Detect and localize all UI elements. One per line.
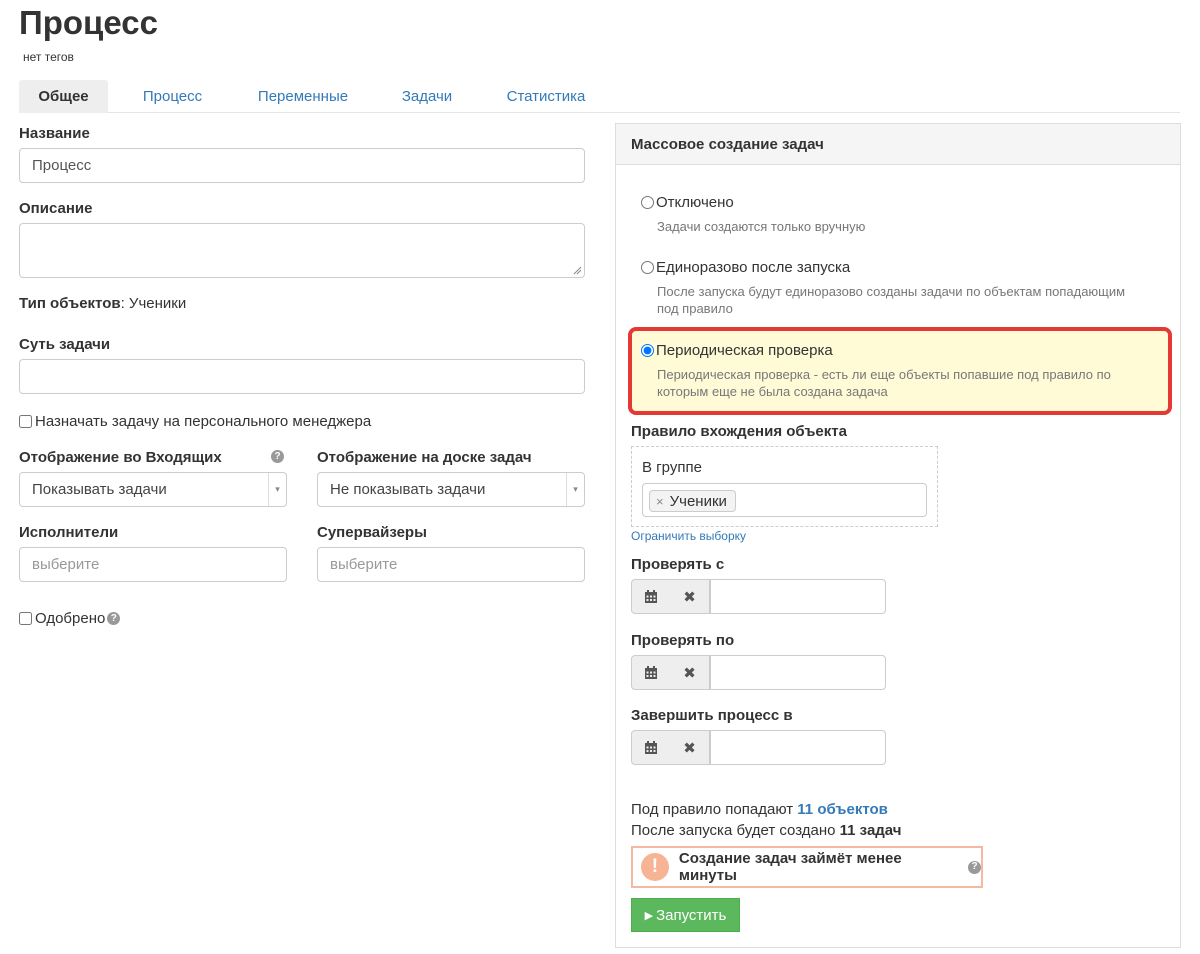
warning-text: Создание задач займёт менее минуты xyxy=(678,850,902,884)
radio-once-row[interactable]: Единоразово после запуска xyxy=(641,259,850,276)
task-essence-label: Суть задачи xyxy=(19,336,111,353)
run-button[interactable]: ▶ Запустить xyxy=(631,898,740,932)
supervisors-label: Супервайзеры xyxy=(317,524,427,541)
group-tag-label: Ученики xyxy=(669,492,727,510)
play-icon: ▶ xyxy=(644,909,654,922)
tab-tasks[interactable]: Задачи xyxy=(391,80,463,113)
calendar-icon xyxy=(645,589,657,603)
remove-tag-icon[interactable]: × xyxy=(656,494,664,509)
supervisors-input[interactable]: выберите xyxy=(317,547,585,582)
tab-general[interactable]: Общее xyxy=(19,80,108,113)
board-display-select[interactable]: Не показывать задачи ▾ xyxy=(317,472,585,507)
rule-group-box: В группе × Ученики xyxy=(631,446,938,527)
radio-disabled-label: Отключено xyxy=(656,194,734,211)
assign-manager-checkbox-row[interactable]: Назначать задачу на персонального менедж… xyxy=(19,413,371,430)
calendar-button[interactable] xyxy=(631,579,671,614)
resize-grip-icon[interactable] xyxy=(573,266,582,275)
help-icon[interactable]: ? xyxy=(107,612,121,625)
summary-objects-line: Под правило попадают 11 объектов xyxy=(631,801,888,818)
approved-checkbox[interactable] xyxy=(19,612,32,625)
chevron-down-icon: ▾ xyxy=(268,473,286,506)
clear-date-button[interactable]: ✖ xyxy=(670,579,710,614)
tab-variables[interactable]: Переменные xyxy=(247,80,359,113)
finish-date-group: ✖ xyxy=(631,730,886,765)
group-tag-input[interactable]: × Ученики xyxy=(642,483,927,517)
panel-title: Массовое создание задач xyxy=(616,124,1180,165)
page-title: Процесс xyxy=(19,4,158,41)
radio-periodic[interactable] xyxy=(641,344,654,357)
check-to-input[interactable] xyxy=(710,655,886,690)
description-textarea[interactable] xyxy=(19,223,585,278)
radio-once-description: После запуска будут единоразово созданы … xyxy=(657,284,1126,316)
summary-tasks-count: 11 задач xyxy=(839,822,902,839)
name-label: Название xyxy=(19,125,90,142)
group-tag-chip: × Ученики xyxy=(649,490,736,512)
object-type-line: Тип объектов: Ученики xyxy=(19,295,186,312)
summary-tasks-prefix: После запуска будет создано xyxy=(631,822,836,839)
approved-checkbox-row[interactable]: Одобрено ? xyxy=(19,610,121,627)
task-essence-input[interactable] xyxy=(19,359,585,394)
calendar-icon xyxy=(645,665,657,679)
warning-box: ! Создание задач займёт менее минуты ? xyxy=(631,846,983,888)
close-icon: ✖ xyxy=(683,739,696,757)
summary-tasks-line: После запуска будет создано 11 задач xyxy=(631,822,901,839)
inbox-display-label: Отображение во Входящих xyxy=(19,449,222,466)
radio-periodic-label: Периодическая проверка xyxy=(656,342,833,359)
check-from-date-group: ✖ xyxy=(631,579,886,614)
mass-creation-panel: Массовое создание задач Отключено Задачи… xyxy=(615,123,1181,948)
radio-once[interactable] xyxy=(641,261,654,274)
executors-label: Исполнители xyxy=(19,524,119,541)
rule-label: Правило вхождения объекта xyxy=(631,423,847,440)
summary-objects-link[interactable]: 11 объектов xyxy=(797,801,888,818)
tab-process[interactable]: Процесс xyxy=(126,80,219,113)
radio-periodic-row[interactable]: Периодическая проверка xyxy=(641,342,833,359)
clear-date-button[interactable]: ✖ xyxy=(670,730,710,765)
tags-text: нет тегов xyxy=(23,50,74,64)
assign-manager-checkbox[interactable] xyxy=(19,415,32,428)
board-display-label: Отображение на доске задач xyxy=(317,449,532,466)
inbox-display-select[interactable]: Показывать задачи ▾ xyxy=(19,472,287,507)
finish-label: Завершить процесс в xyxy=(631,707,793,724)
group-label: В группе xyxy=(642,459,702,476)
description-label: Описание xyxy=(19,200,93,217)
run-button-label: Запустить xyxy=(656,906,727,924)
check-from-label: Проверять с xyxy=(631,556,725,573)
clear-date-button[interactable]: ✖ xyxy=(670,655,710,690)
radio-once-label: Единоразово после запуска xyxy=(656,259,851,276)
approved-label: Одобрено xyxy=(35,610,106,627)
radio-disabled[interactable] xyxy=(641,196,654,209)
radio-disabled-description: Задачи создаются только вручную xyxy=(657,219,866,234)
executors-input[interactable]: выберите xyxy=(19,547,287,582)
summary-objects-prefix: Под правило попадают xyxy=(631,801,794,818)
chevron-down-icon: ▾ xyxy=(566,473,584,506)
check-from-input[interactable] xyxy=(710,579,886,614)
name-input[interactable]: Процесс xyxy=(19,148,585,183)
tab-statistics[interactable]: Статистика xyxy=(495,80,597,113)
calendar-icon xyxy=(645,740,657,754)
radio-disabled-row[interactable]: Отключено xyxy=(641,194,734,211)
check-to-label: Проверять по xyxy=(631,632,735,649)
close-icon: ✖ xyxy=(683,588,696,606)
warning-icon: ! xyxy=(641,853,669,881)
inbox-display-value: Показывать задачи xyxy=(32,481,167,498)
check-to-date-group: ✖ xyxy=(631,655,886,690)
object-type-value: : Ученики xyxy=(120,295,187,312)
calendar-button[interactable] xyxy=(631,730,671,765)
finish-input[interactable] xyxy=(710,730,886,765)
tabs-bar: Общее Процесс Переменные Задачи Статисти… xyxy=(19,80,1180,113)
board-display-value: Не показывать задачи xyxy=(330,481,486,498)
close-icon: ✖ xyxy=(683,664,696,682)
calendar-button[interactable] xyxy=(631,655,671,690)
help-icon[interactable]: ? xyxy=(271,450,284,463)
radio-periodic-description: Периодическая проверка - есть ли еще объ… xyxy=(657,367,1111,399)
help-icon[interactable]: ? xyxy=(968,860,981,874)
object-type-label: Тип объектов xyxy=(19,295,121,312)
assign-manager-label: Назначать задачу на персонального менедж… xyxy=(35,413,372,430)
limit-selection-link[interactable]: Ограничить выборку xyxy=(631,529,746,543)
